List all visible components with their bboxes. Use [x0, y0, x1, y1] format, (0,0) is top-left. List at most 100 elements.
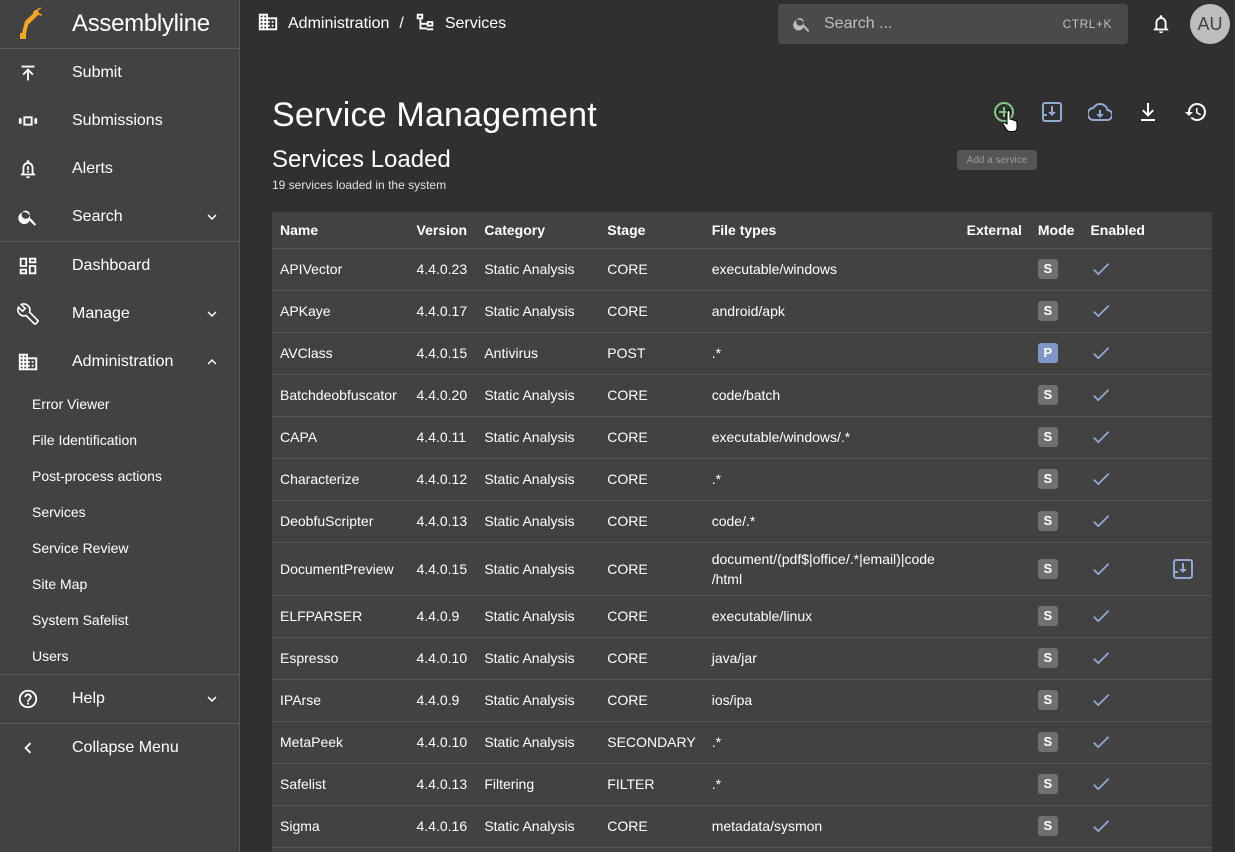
cloud-download-icon	[1088, 100, 1112, 124]
sidebar-item-search[interactable]: Search	[0, 193, 239, 241]
service-name-cell: ELFPARSER	[272, 595, 409, 638]
table-row[interactable]: Espresso 4.4.0.10 Static Analysis CORE java/…	[272, 637, 1212, 680]
export-button[interactable]	[1124, 98, 1172, 126]
external-cell	[958, 595, 1030, 638]
table-row[interactable]: Batchdeobfuscator 4.4.0.20 Static Analysis…	[272, 374, 1212, 417]
column-header-mode[interactable]: Mode	[1029, 212, 1083, 249]
check-icon	[1090, 426, 1146, 448]
sidebar-subitem-system-safelist[interactable]: System Safelist	[0, 602, 239, 638]
sidebar-item-submit[interactable]: Submit	[0, 49, 239, 97]
category-cell: Static Analysis	[476, 805, 600, 848]
mode-cell: S	[1029, 542, 1083, 596]
table-row[interactable]: Characterize 4.4.0.12 Static Analysis CORE.…	[272, 458, 1212, 501]
table-row[interactable]: IPArse 4.4.0.9 Static Analysis CORE ios/ipa S	[272, 679, 1212, 722]
enabled-cell	[1082, 332, 1155, 375]
breadcrumb-administration[interactable]: Administration	[288, 15, 389, 33]
add-service-button[interactable]	[980, 98, 1028, 132]
version-cell: 4.4.0.12	[408, 458, 477, 501]
table-row[interactable]: Sigma 4.4.0.16 Static Analysis CORE metadata…	[272, 805, 1212, 848]
chevron-up-icon	[203, 353, 221, 376]
external-cell	[958, 248, 1030, 291]
service-name-cell: Sigma	[272, 805, 409, 848]
sidebar-item-administration[interactable]: Administration	[0, 338, 239, 386]
sidebar-subitem-service-review[interactable]: Service Review	[0, 530, 239, 566]
row-actions-cell	[1154, 542, 1212, 596]
check-icon	[1090, 731, 1146, 753]
table-row[interactable]: APKaye 4.4.0.17 Static Analysis CORE android…	[272, 290, 1212, 333]
mode-badge: S	[1037, 558, 1058, 579]
sidebar-item-submissions[interactable]: Submissions	[0, 97, 239, 145]
mode-cell: S	[1029, 763, 1083, 806]
enabled-cell	[1082, 500, 1155, 543]
search-input[interactable]: Search ... CTRL+K	[778, 4, 1128, 44]
sidebar-item-manage[interactable]: Manage	[0, 290, 239, 338]
table-row[interactable]: ELFPARSER 4.4.0.9 Static Analysis CORE execu…	[272, 595, 1212, 638]
mode-badge: S	[1037, 690, 1058, 710]
table-row[interactable]: APIVector 4.4.0.23 Static Analysis CORE exec…	[272, 248, 1212, 291]
update-service-button[interactable]	[1162, 557, 1204, 581]
column-header-version[interactable]: Version	[408, 212, 477, 249]
sidebar-item-dashboard[interactable]: Dashboard	[0, 242, 239, 290]
sidebar-item-help[interactable]: Help	[0, 675, 239, 723]
sidebar-item-label: Alerts	[72, 160, 113, 177]
check-icon	[1090, 300, 1146, 322]
mode-badge: S	[1037, 816, 1058, 836]
enabled-cell	[1082, 416, 1155, 459]
stage-cell: CORE	[599, 542, 704, 596]
column-header-name[interactable]: Name	[272, 212, 409, 249]
file-types-cell: code/.*	[703, 500, 959, 543]
mode-cell: S	[1029, 805, 1083, 848]
enabled-cell	[1082, 679, 1155, 722]
stage-cell: CORE	[599, 500, 704, 543]
restore-history-button[interactable]	[1172, 98, 1220, 126]
service-name-cell: Batchdeobfuscator	[272, 374, 409, 417]
chevron-down-icon	[203, 305, 221, 328]
brand[interactable]: Assemblyline	[0, 0, 239, 48]
mode-badge: S	[1037, 511, 1058, 531]
mode-badge: S	[1037, 427, 1058, 447]
sidebar-subitem-file-identification[interactable]: File Identification	[0, 422, 239, 458]
mode-badge: P	[1037, 343, 1058, 363]
view-carousel-icon	[0, 110, 56, 132]
sidebar-subitem-site-map[interactable]: Site Map	[0, 566, 239, 602]
table-row[interactable]: Safelist 4.4.0.13 Filtering FILTER .* S	[272, 763, 1212, 806]
external-cell	[958, 374, 1030, 417]
column-header-stage[interactable]: Stage	[599, 212, 704, 249]
table-row[interactable]: CAPA 4.4.0.11 Static Analysis CORE executabl…	[272, 416, 1212, 459]
notifications-bell-icon[interactable]	[1150, 13, 1172, 35]
history-icon	[1184, 100, 1208, 124]
table-row[interactable]: DocumentPreview 4.4.0.15 Static Analysis CO…	[272, 542, 1212, 596]
category-cell: Static Analysis	[476, 542, 600, 596]
table-row[interactable]: MetaPeek 4.4.0.10 Static Analysis SECONDARY…	[272, 721, 1212, 764]
account-tree-icon	[414, 11, 436, 38]
row-actions-cell	[1154, 595, 1212, 638]
check-icon	[1090, 647, 1146, 669]
avatar[interactable]: AU	[1190, 4, 1230, 44]
collapse-menu-button[interactable]: Collapse Menu	[0, 724, 239, 772]
update-all-button[interactable]	[1076, 98, 1124, 126]
sidebar-item-label: Help	[72, 690, 105, 707]
external-cell	[958, 721, 1030, 764]
table-row[interactable]: DeobfuScripter 4.4.0.13 Static Analysis COR…	[272, 500, 1212, 543]
mode-badge: S	[1037, 385, 1058, 405]
mode-cell: S	[1029, 290, 1083, 333]
column-header-enabled[interactable]: Enabled	[1082, 212, 1155, 249]
sidebar-item-alerts[interactable]: Alerts	[0, 145, 239, 193]
app-title: Assemblyline	[72, 10, 210, 37]
sidebar-subitem-error-viewer[interactable]: Error Viewer	[0, 386, 239, 422]
sidebar-subitem-services[interactable]: Services	[0, 494, 239, 530]
mode-badge: S	[1037, 259, 1058, 279]
external-cell	[958, 805, 1030, 848]
sidebar-item-label: Submit	[72, 64, 122, 81]
table-row[interactable]: AVClass 4.4.0.15 Antivirus POST .* P	[272, 332, 1212, 375]
install-service-button[interactable]	[1028, 98, 1076, 126]
column-header-external[interactable]: External	[958, 212, 1030, 249]
column-header-category[interactable]: Category	[476, 212, 600, 249]
chevron-left-icon	[0, 737, 56, 759]
sidebar-subitem-post-process-actions[interactable]: Post-process actions	[0, 458, 239, 494]
sidebar-subitem-users[interactable]: Users	[0, 638, 239, 674]
category-cell: Filtering	[476, 763, 600, 806]
sidebar-item-label: Search	[72, 208, 123, 225]
column-header-file-types[interactable]: File types	[703, 212, 959, 249]
service-name-cell: MetaPeek	[272, 721, 409, 764]
